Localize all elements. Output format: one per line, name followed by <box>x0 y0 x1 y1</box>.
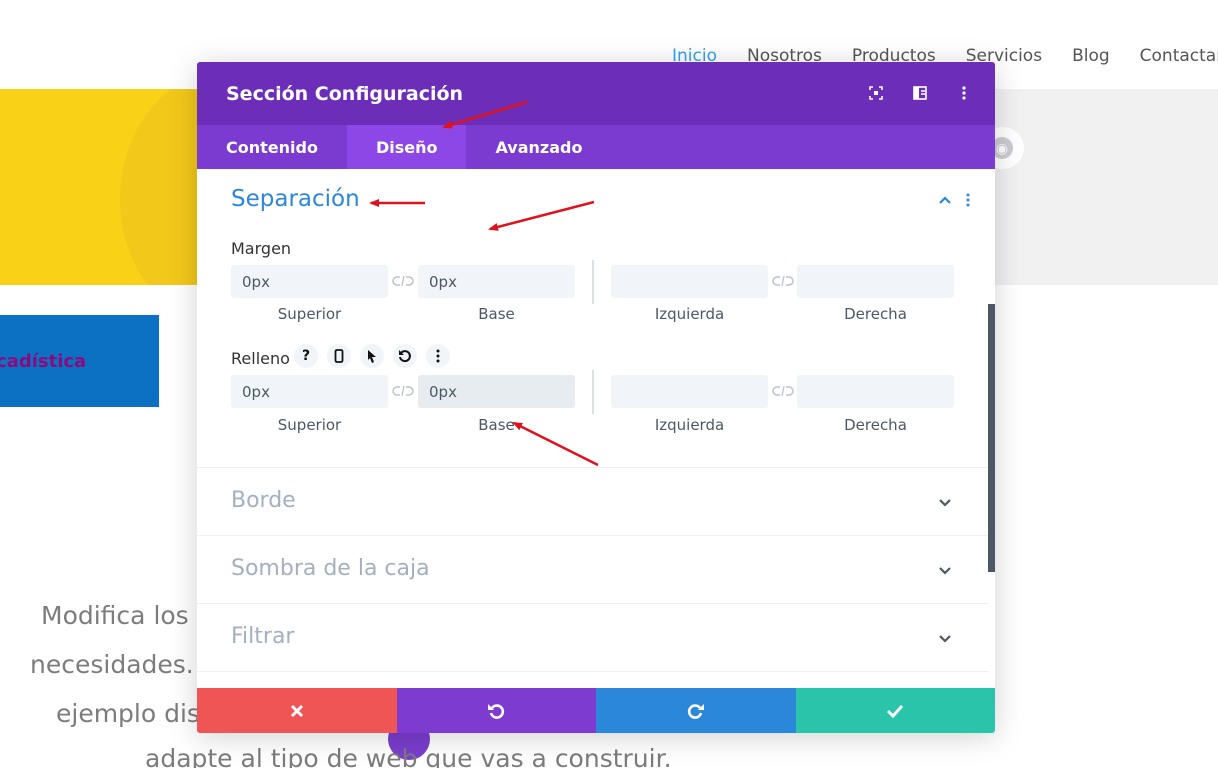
margin-top-input[interactable]: 0px <box>231 265 388 298</box>
field-divider <box>592 370 594 414</box>
modal-footer <box>197 688 995 733</box>
section-more-icon[interactable] <box>965 193 971 207</box>
padding-top-input[interactable]: 0px <box>231 375 388 408</box>
accordion-filtrar[interactable]: Filtrar <box>197 603 989 671</box>
tab-contenido[interactable]: Contenido <box>197 125 347 169</box>
modal-title: Sección Configuración <box>226 82 464 105</box>
statistics-button[interactable]: cadística <box>0 315 159 407</box>
more-icon[interactable] <box>426 344 450 368</box>
margin-left-caption: Izquierda <box>654 305 725 323</box>
accordion-title: Sombra de la caja <box>231 556 430 581</box>
mobile-icon[interactable] <box>327 344 351 368</box>
section-settings-modal: Sección Configuración Contenido Diseño A… <box>197 62 995 733</box>
padding-bottom-caption: Base <box>478 416 515 434</box>
accordion-title: Filtrar <box>231 624 295 649</box>
cancel-icon <box>290 704 303 717</box>
section-title-separacion[interactable]: Separación <box>231 186 360 212</box>
link-icon[interactable] <box>392 384 414 398</box>
margin-bottom-caption: Base <box>478 305 515 323</box>
save-icon <box>887 704 904 718</box>
margin-label: Margen <box>231 239 292 258</box>
field-divider <box>592 260 594 304</box>
accordion-title: Borde <box>231 488 296 513</box>
link-icon[interactable] <box>772 384 794 398</box>
margin-top-caption: Superior <box>277 305 342 323</box>
expand-icon[interactable] <box>867 84 885 102</box>
accordion-borde[interactable]: Borde <box>197 467 989 535</box>
padding-bottom-input[interactable]: 0px <box>418 375 575 408</box>
margin-left-input[interactable] <box>611 265 768 298</box>
body-text-line-3: ejemplo dis <box>56 699 200 728</box>
body-text-line-1: Modifica los <box>41 601 189 630</box>
chevron-down-icon <box>936 630 954 648</box>
more-vertical-icon[interactable] <box>955 84 973 102</box>
nav-blog[interactable]: Blog <box>1072 46 1110 66</box>
padding-right-caption: Derecha <box>844 416 907 434</box>
tab-diseno[interactable]: Diseño <box>346 125 467 169</box>
chevron-up-icon[interactable] <box>936 191 954 209</box>
hover-cursor-icon[interactable] <box>360 344 384 368</box>
chevron-down-icon <box>936 562 954 580</box>
padding-left-caption: Izquierda <box>654 416 725 434</box>
redo-icon <box>687 703 704 719</box>
undo-button[interactable] <box>396 688 596 733</box>
cancel-button[interactable] <box>197 688 397 733</box>
chevron-down-icon <box>936 494 954 512</box>
nav-contactar[interactable]: Contactar <box>1140 46 1218 66</box>
body-text-line-2: necesidades. <box>30 650 194 679</box>
reset-icon[interactable] <box>393 344 417 368</box>
help-icon[interactable]: ? <box>294 344 318 368</box>
tab-avanzado[interactable]: Avanzado <box>466 125 611 169</box>
accordion-sombra[interactable]: Sombra de la caja <box>197 535 989 603</box>
padding-left-input[interactable] <box>611 375 768 408</box>
body-text-line-4: adapte al tipo de web que vas a construi… <box>145 744 672 768</box>
accordion-next <box>197 671 989 688</box>
padding-tools: ? <box>294 344 450 368</box>
statistics-button-label: cadística <box>0 350 87 372</box>
link-icon[interactable] <box>392 274 414 288</box>
link-icon[interactable] <box>772 274 794 288</box>
split-view-icon[interactable] <box>911 84 929 102</box>
save-button[interactable] <box>795 688 995 733</box>
header-icons <box>867 84 973 102</box>
hero-yellow-panel <box>0 89 200 285</box>
padding-right-input[interactable] <box>797 375 954 408</box>
margin-bottom-input[interactable]: 0px <box>418 265 575 298</box>
screen: Inicio Nosotros Productos Servicios Blog… <box>0 0 1218 768</box>
settings-content: Separación Margen 0px 0px Superior Base … <box>197 169 995 688</box>
padding-top-caption: Superior <box>277 416 342 434</box>
margin-right-caption: Derecha <box>844 305 907 323</box>
settings-tabs: Contenido Diseño Avanzado <box>197 125 995 169</box>
modal-header: Sección Configuración <box>197 62 995 125</box>
hero-grey-panel <box>995 89 1218 285</box>
scrollbar[interactable] <box>988 304 995 572</box>
undo-icon <box>488 703 505 719</box>
redo-button[interactable] <box>596 688 796 733</box>
margin-right-input[interactable] <box>797 265 954 298</box>
padding-label: Relleno <box>231 349 290 368</box>
